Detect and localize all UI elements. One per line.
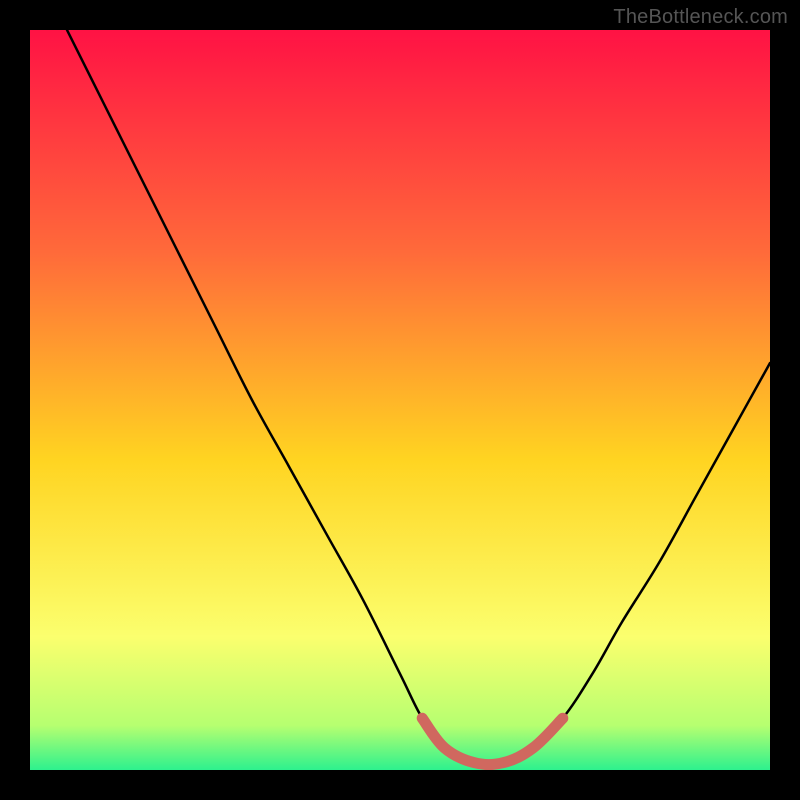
watermark-label: TheBottleneck.com: [613, 6, 788, 29]
gradient-background: [30, 30, 770, 770]
chart-svg: [30, 30, 770, 770]
plot-area: [30, 30, 770, 770]
chart-frame: TheBottleneck.com: [0, 0, 800, 800]
